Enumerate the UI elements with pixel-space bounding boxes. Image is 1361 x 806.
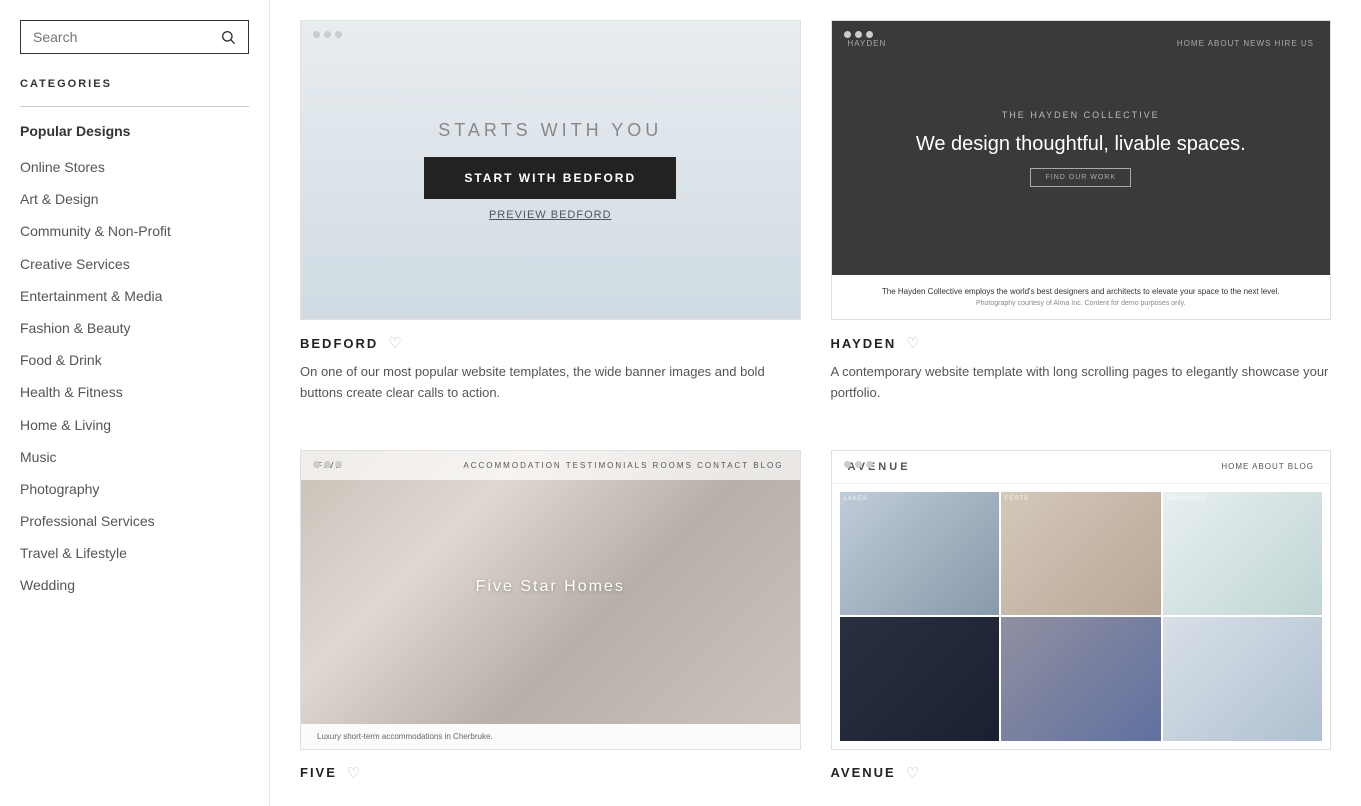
hayden-template-name: HAYDEN [831,336,897,351]
five-info: FIVE ♡ [300,750,801,798]
five-heart-icon[interactable]: ♡ [347,764,360,782]
avenue-info: AVENUE ♡ [831,750,1332,798]
sidebar-item-travel-lifestyle[interactable]: Travel & Lifestyle [20,537,249,569]
bedford-inner: STARTS WITH YOU START WITH BEDFORD PREVI… [424,120,676,221]
hayden-top: THE HAYDEN COLLECTIVE We design thoughtf… [832,21,1331,275]
sidebar-item-food-drink[interactable]: Food & Drink [20,344,249,376]
search-input[interactable] [33,29,220,45]
avenue-cell-2-label: FESTE [1001,492,1161,506]
search-icon [220,29,236,45]
sidebar-section-popular: Popular Designs [20,123,249,139]
dot-3 [335,31,342,38]
five-preview[interactable]: FIVE ACCOMMODATION TESTIMONIALS ROOMS CO… [300,450,801,750]
hayden-cta-button[interactable]: FIND OUR WORK [1030,168,1131,187]
avenue-cell-1-label: LAKES [840,492,1000,506]
preview-dots-bedford [313,31,342,38]
hayden-name-row: HAYDEN ♡ [831,334,1332,352]
five-hero-text: Five Star Homes [476,578,625,596]
avenue-template-name: AVENUE [831,765,896,780]
bedford-preview[interactable]: STARTS WITH YOU START WITH BEDFORD PREVI… [300,20,801,320]
dot-1 [844,461,851,468]
hayden-nav-logo: HAYDEN [848,39,887,48]
preview-dots-five [313,461,342,468]
dot-2 [324,31,331,38]
five-nav-items: ACCOMMODATION TESTIMONIALS ROOMS CONTACT… [463,461,783,470]
dot-2 [324,461,331,468]
sidebar-item-art-design[interactable]: Art & Design [20,183,249,215]
bedford-template-name: BEDFORD [300,336,378,351]
avenue-nav-items: HOME ABOUT BLOG [1221,462,1314,471]
sidebar-item-home-living[interactable]: Home & Living [20,409,249,441]
bedford-name-row: BEDFORD ♡ [300,334,801,352]
avenue-grid: LAKES FESTE SWIMMING [832,484,1331,749]
sidebar-item-professional-services[interactable]: Professional Services [20,505,249,537]
avenue-cell-6 [1163,617,1323,741]
avenue-name-row: AVENUE ♡ [831,764,1332,782]
hayden-main-text: We design thoughtful, livable spaces. [916,130,1246,158]
search-button[interactable] [220,29,236,45]
hayden-bottom-title: The Hayden Collective employs the world'… [848,287,1315,296]
sidebar-item-creative-services[interactable]: Creative Services [20,248,249,280]
search-container [20,20,249,54]
hayden-bottom: The Hayden Collective employs the world'… [832,275,1331,319]
avenue-preview[interactable]: AVENUE HOME ABOUT BLOG LAKES FESTE SWIMM… [831,450,1332,750]
sidebar-item-entertainment-media[interactable]: Entertainment & Media [20,280,249,312]
bedford-description: On one of our most popular website templ… [300,362,801,404]
template-card-hayden: HAYDEN HOME ABOUT NEWS HIRE US THE HAYDE… [831,20,1332,410]
dot-2 [855,461,862,468]
categories-label: CATEGORIES [20,78,249,90]
main-content: STARTS WITH YOU START WITH BEDFORD PREVI… [270,0,1361,806]
sidebar: CATEGORIES Popular Designs Online Stores… [0,0,270,806]
dot-3 [335,461,342,468]
bedford-cta-button[interactable]: START WITH BEDFORD [424,157,676,199]
preview-dots-avenue [844,461,873,468]
five-name-row: FIVE ♡ [300,764,801,782]
hayden-bottom-sub: Photography courtesy of Alma Inc. Conten… [848,300,1315,307]
five-template-name: FIVE [300,765,337,780]
dot-1 [313,31,320,38]
sidebar-item-health-fitness[interactable]: Health & Fitness [20,376,249,408]
avenue-nav: AVENUE HOME ABOUT BLOG [832,451,1331,484]
sidebar-item-music[interactable]: Music [20,441,249,473]
hayden-preview[interactable]: HAYDEN HOME ABOUT NEWS HIRE US THE HAYDE… [831,20,1332,320]
avenue-heart-icon[interactable]: ♡ [906,764,919,782]
categories-divider [20,106,249,107]
template-card-five: FIVE ACCOMMODATION TESTIMONIALS ROOMS CO… [300,450,801,798]
template-card-bedford: STARTS WITH YOU START WITH BEDFORD PREVI… [300,20,801,410]
avenue-cell-1: LAKES [840,492,1000,616]
five-hero: Five Star Homes [301,451,800,724]
templates-grid: STARTS WITH YOU START WITH BEDFORD PREVI… [300,20,1331,798]
avenue-cell-3-label: SWIMMING [1163,492,1323,506]
sidebar-item-online-stores[interactable]: Online Stores [20,151,249,183]
sidebar-item-photography[interactable]: Photography [20,473,249,505]
sidebar-items-list: Online Stores Art & Design Community & N… [20,151,249,602]
hayden-nav-links: HOME ABOUT NEWS HIRE US [1177,39,1314,48]
template-card-avenue: AVENUE HOME ABOUT BLOG LAKES FESTE SWIMM… [831,450,1332,798]
dot-3 [866,461,873,468]
avenue-cell-2: FESTE [1001,492,1161,616]
dot-1 [313,461,320,468]
bedford-heart-icon[interactable]: ♡ [388,334,401,352]
sidebar-item-wedding[interactable]: Wedding [20,569,249,601]
avenue-cell-5 [1001,617,1161,741]
five-footer: Luxury short-term accommodations in Cher… [301,724,800,749]
hayden-subtitle: THE HAYDEN COLLECTIVE [1002,110,1160,120]
hayden-nav: HAYDEN HOME ABOUT NEWS HIRE US [832,31,1331,56]
hayden-description: A contemporary website template with lon… [831,362,1332,404]
avenue-cell-4 [840,617,1000,741]
bedford-info: BEDFORD ♡ On one of our most popular web… [300,320,801,410]
hayden-heart-icon[interactable]: ♡ [906,334,919,352]
five-nav: FIVE ACCOMMODATION TESTIMONIALS ROOMS CO… [301,451,800,480]
bedford-preview-link[interactable]: PREVIEW BEDFORD [489,209,612,221]
sidebar-item-community-nonprofit[interactable]: Community & Non-Profit [20,215,249,247]
avenue-cell-3: SWIMMING [1163,492,1323,616]
hayden-info: HAYDEN ♡ A contemporary website template… [831,320,1332,410]
bedford-title-text: STARTS WITH YOU [438,120,662,141]
sidebar-item-fashion-beauty[interactable]: Fashion & Beauty [20,312,249,344]
